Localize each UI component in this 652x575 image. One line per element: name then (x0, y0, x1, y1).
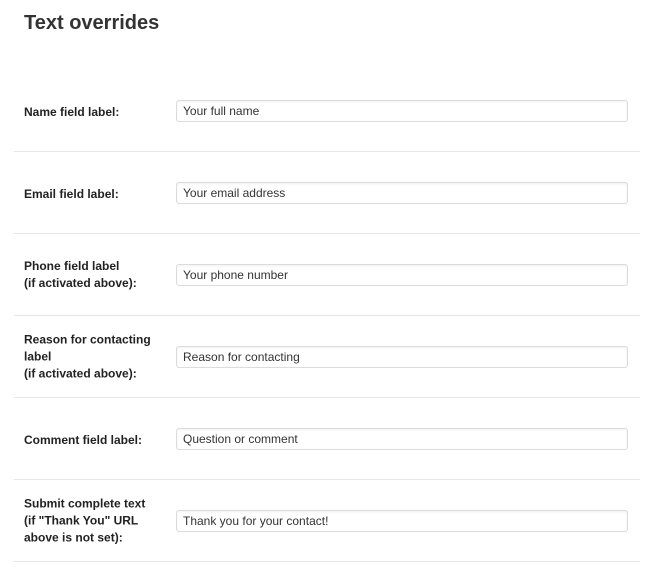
email-field-label: Email field label: (24, 187, 119, 201)
submit-complete-text-input[interactable] (176, 509, 628, 532)
phone-field-label-input[interactable] (176, 263, 628, 286)
form-row-phone: Phone field label (if activated above): (14, 234, 640, 316)
name-field-label-input[interactable] (176, 99, 628, 122)
name-field-label: Name field label: (24, 105, 120, 119)
page-title: Text overrides (24, 12, 160, 34)
form-row-comment: Comment field label: (14, 398, 640, 480)
form-row-email: Email field label: (14, 152, 640, 234)
comment-field-label: Comment field label: (24, 433, 143, 447)
reason-for-contacting-label: Reason for contacting label (if activate… (24, 332, 151, 380)
reason-for-contacting-input[interactable] (176, 345, 628, 368)
submit-complete-text-label: Submit complete text (if "Thank You" URL… (24, 496, 146, 544)
comment-field-label-input[interactable] (176, 427, 628, 450)
email-field-label-input[interactable] (176, 181, 628, 204)
form-row-name: Name field label: (14, 70, 640, 152)
phone-field-label: Phone field label (if activated above): (24, 258, 137, 290)
text-overrides-form: Name field label: Email field label: Pho… (14, 70, 640, 562)
form-row-reason: Reason for contacting label (if activate… (14, 316, 640, 398)
form-row-submit-complete: Submit complete text (if "Thank You" URL… (14, 480, 640, 562)
